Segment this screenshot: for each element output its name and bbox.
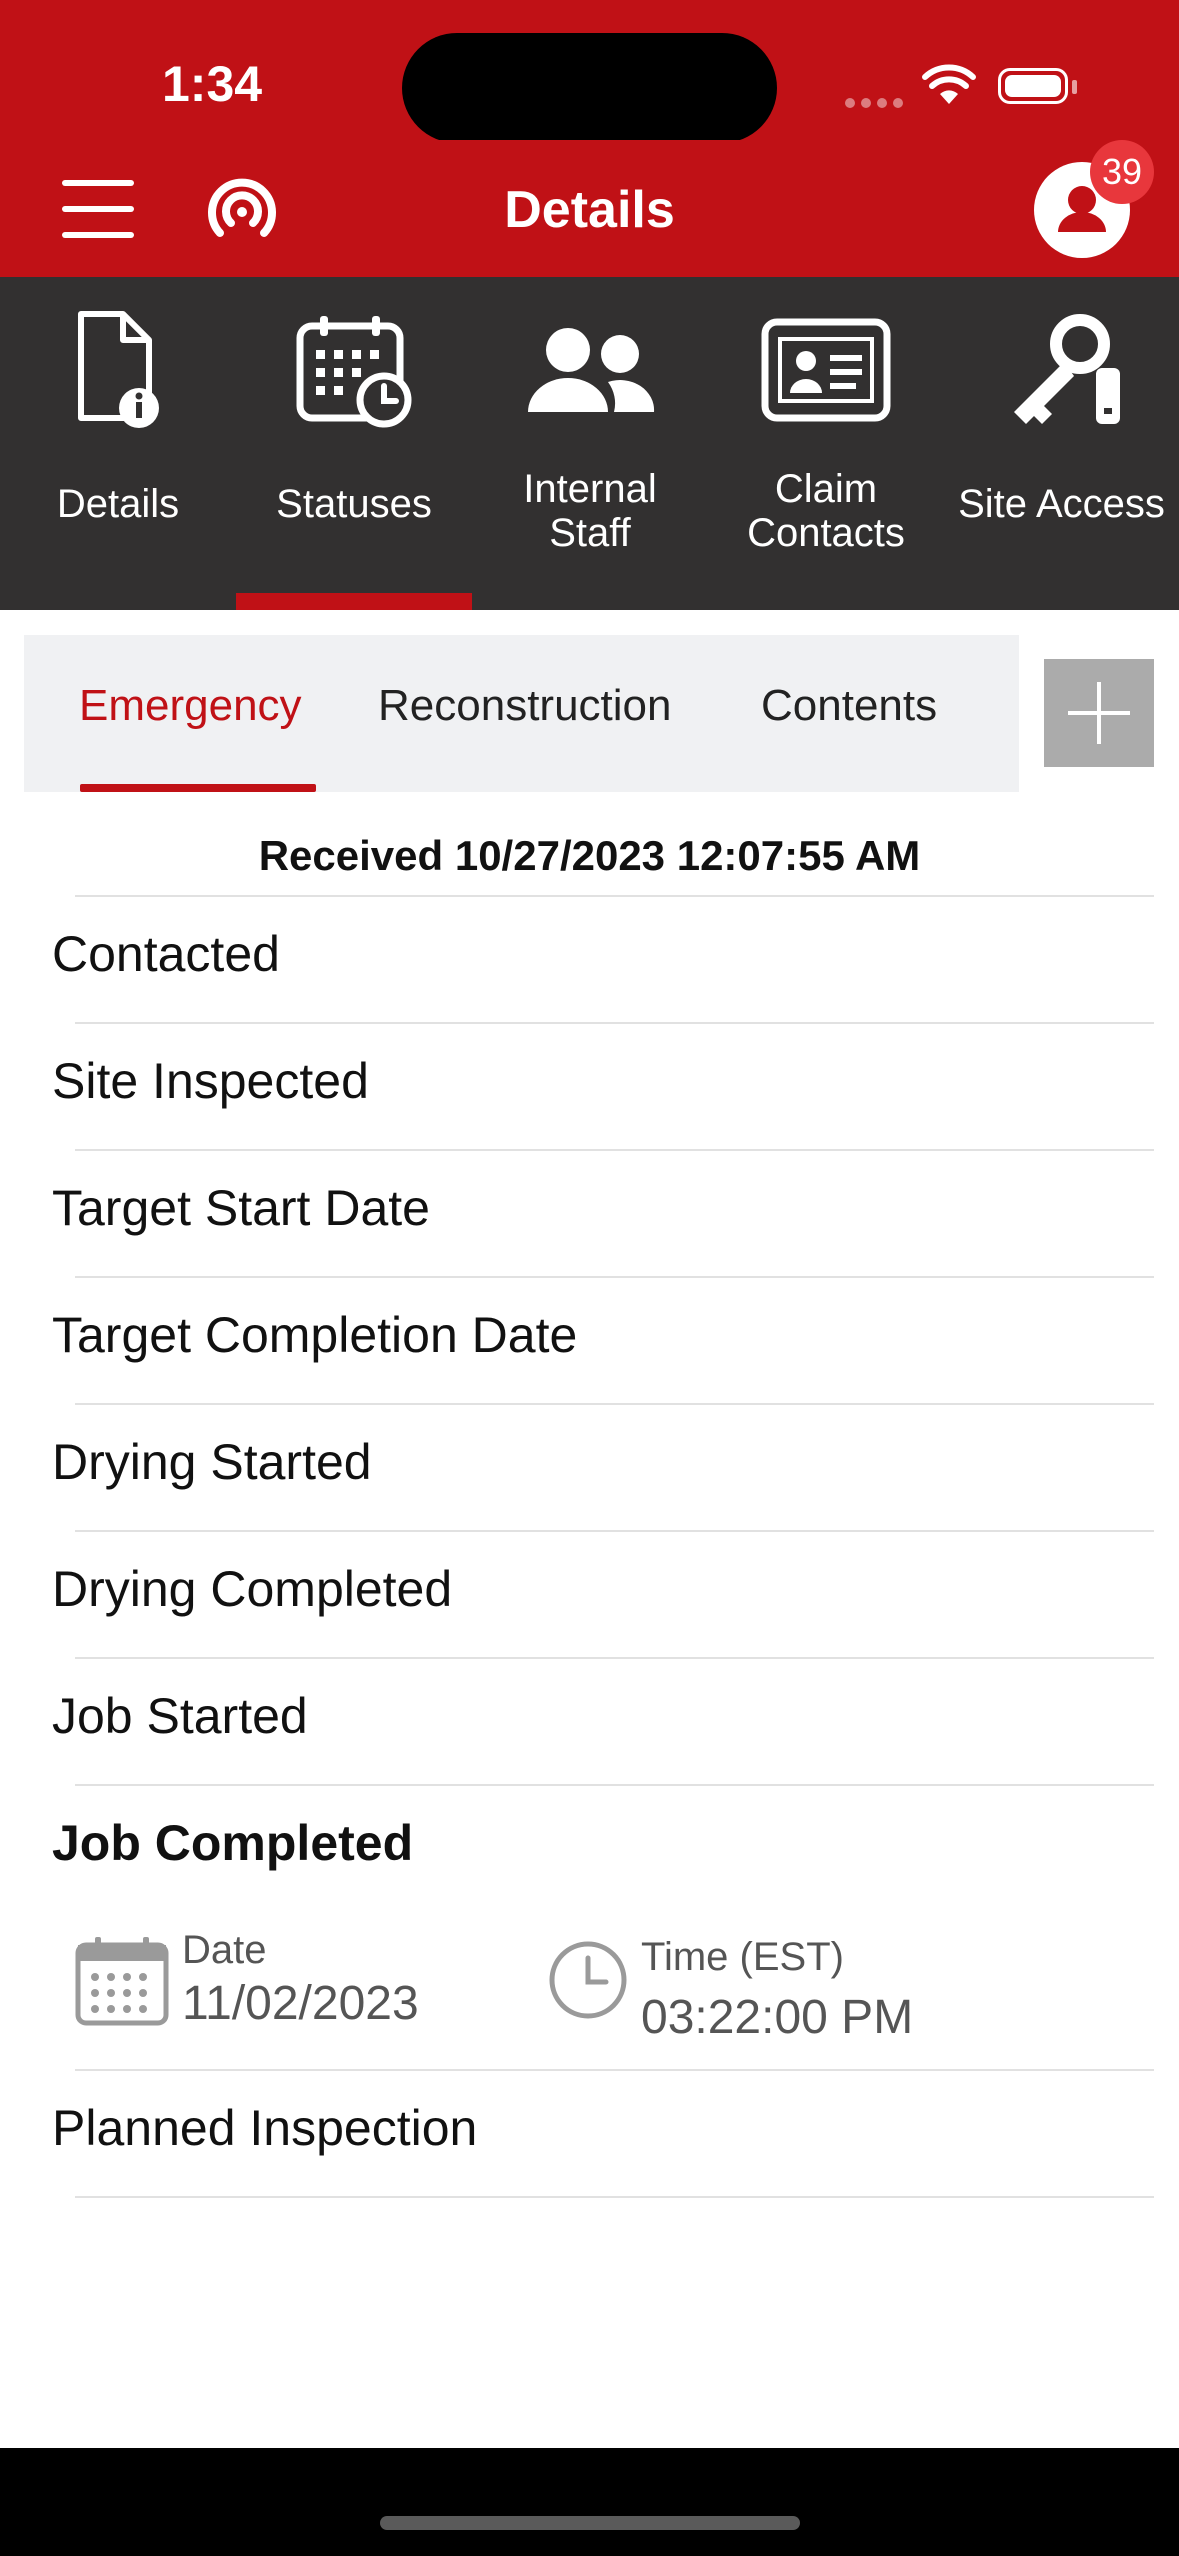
users-icon (528, 328, 655, 412)
active-tab-indicator (80, 784, 316, 792)
time-value[interactable]: 03:22:00 PM (641, 1990, 913, 2045)
calendar-icon[interactable] (75, 1937, 169, 2027)
wifi-icon (922, 64, 976, 104)
divider (75, 895, 1154, 897)
toolbar-item-site-access[interactable]: Site Access (944, 277, 1179, 610)
time-label: Time (EST) (641, 1935, 844, 1979)
toolbar-item-details[interactable]: Details (0, 277, 236, 610)
dynamic-island (402, 33, 777, 143)
status-row-contacted[interactable]: Contacted (52, 925, 280, 983)
home-indicator-area (0, 2448, 1179, 2556)
document-info-icon (78, 311, 159, 428)
nav-bar: Details 39 (0, 140, 1179, 277)
section-toolbar: Details Statuses Internal Staff Claim Co… (0, 277, 1179, 610)
toolbar-label-line1: Claim (774, 467, 878, 511)
battery-icon (998, 68, 1068, 104)
status-row-job-started[interactable]: Job Started (52, 1687, 308, 1745)
divider (75, 1022, 1154, 1024)
status-row-site-inspected[interactable]: Site Inspected (52, 1052, 369, 1110)
tab-reconstruction[interactable]: Reconstruction (378, 681, 671, 731)
tab-contents[interactable]: Contents (761, 681, 937, 731)
add-button[interactable] (1044, 659, 1154, 767)
status-row-planned-inspection[interactable]: Planned Inspection (52, 2099, 477, 2157)
toolbar-label-line2: Contacts (747, 511, 905, 555)
toolbar-label: Internal Staff (472, 467, 708, 555)
status-bar: 1:34 (0, 0, 1179, 143)
toolbar-label-line1: Internal (523, 467, 657, 511)
divider (75, 1530, 1154, 1532)
cellular-signal-icon (845, 95, 909, 113)
toolbar-item-internal-staff[interactable]: Internal Staff (472, 277, 708, 610)
status-row-drying-completed[interactable]: Drying Completed (52, 1560, 452, 1618)
battery-tip (1072, 80, 1077, 94)
divider (75, 2196, 1154, 2198)
status-row-job-completed[interactable]: Job Completed (52, 1814, 413, 1872)
divider (75, 1276, 1154, 1278)
home-indicator[interactable] (380, 2516, 800, 2530)
divider (75, 1403, 1154, 1405)
toolbar-label-line2: Staff (549, 511, 631, 555)
status-tabs: Emergency Reconstruction Contents (24, 635, 1019, 792)
clock-icon[interactable] (548, 1940, 628, 2020)
keys-icon (1013, 314, 1120, 424)
toolbar-label: Site Access (958, 482, 1165, 526)
toolbar-label: Claim Contacts (708, 467, 944, 555)
date-label: Date (182, 1928, 267, 1972)
toolbar-item-statuses[interactable]: Statuses (236, 277, 472, 610)
status-row-drying-started[interactable]: Drying Started (52, 1433, 372, 1491)
toolbar-label: Details (56, 482, 180, 526)
toolbar-label: Statuses (276, 482, 432, 526)
toolbar-item-claim-contacts[interactable]: Claim Contacts (708, 277, 944, 610)
received-timestamp: Received 10/27/2023 12:07:55 AM (258, 832, 921, 879)
contact-card-icon (761, 318, 891, 422)
active-toolbar-indicator (236, 593, 472, 610)
divider (75, 1149, 1154, 1151)
calendar-clock-icon (296, 316, 412, 428)
status-time: 1:34 (162, 56, 263, 112)
page-title: Details (504, 181, 675, 239)
tab-emergency[interactable]: Emergency (79, 681, 302, 731)
divider (75, 1784, 1154, 1786)
divider (75, 2069, 1154, 2071)
status-row-target-completion-date[interactable]: Target Completion Date (52, 1306, 577, 1364)
notification-badge: 39 (1090, 140, 1154, 204)
divider (75, 1657, 1154, 1659)
date-value[interactable]: 11/02/2023 (182, 1976, 419, 2031)
status-row-target-start-date[interactable]: Target Start Date (52, 1179, 430, 1237)
